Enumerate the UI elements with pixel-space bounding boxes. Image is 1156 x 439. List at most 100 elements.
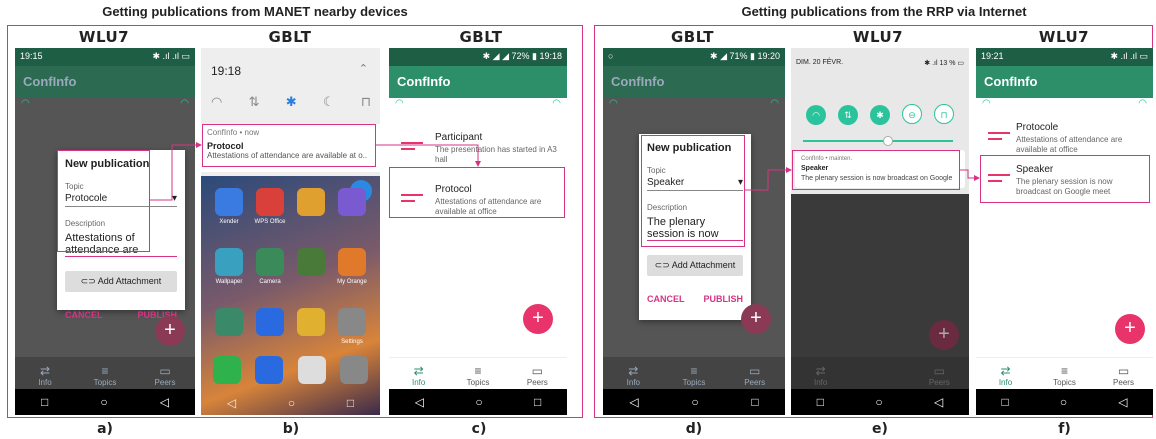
camera-dock-icon[interactable] <box>339 356 368 384</box>
nav-peers[interactable]: ▭ Peers <box>135 364 195 387</box>
back-button[interactable]: ◁ <box>1118 395 1127 409</box>
app-icon[interactable] <box>215 188 243 216</box>
bluetooth-toggle[interactable]: ✱ <box>870 105 890 125</box>
app-icon[interactable] <box>338 248 366 276</box>
caption-d: d) <box>685 421 703 437</box>
nav-peers[interactable]: ▭ Peers <box>508 364 567 387</box>
caption-a: a) <box>97 421 113 437</box>
phone-e: DIM. 20 FÉVR. ✱ .ıl 13 % ▭ ◠ ⇅ ✱ ⊖ ⊓ ConfInf… <box>791 48 969 415</box>
add-fab: + <box>929 320 959 350</box>
app-icon[interactable] <box>338 308 366 336</box>
attach-label: Add Attachment <box>97 276 162 286</box>
nav-info[interactable]: ⇄ Info <box>389 364 448 387</box>
recent-button[interactable]: □ <box>1002 395 1009 409</box>
home-button[interactable]: ○ <box>100 395 107 409</box>
nav-peers-label: Peers <box>744 378 766 387</box>
add-attachment-button[interactable]: ⊂⊃ Add Attachment <box>647 255 743 276</box>
messages-app-icon[interactable] <box>255 356 284 384</box>
wifi-icon[interactable]: ◠ <box>211 94 222 110</box>
recent-button[interactable]: □ <box>751 395 758 409</box>
home-button[interactable]: ○ <box>1060 395 1067 409</box>
wifi-toggle[interactable]: ◠ <box>806 105 826 125</box>
flashlight-toggle[interactable]: ⊓ <box>934 104 954 124</box>
night-mode-icon[interactable]: ☾ <box>323 94 335 110</box>
back-button[interactable]: ◁ <box>160 395 169 409</box>
back-button[interactable]: ◁ <box>415 395 424 409</box>
attachment-icon: ⊂⊃ <box>654 260 672 270</box>
dock <box>213 356 368 384</box>
peers-icon: ▭ <box>159 364 171 378</box>
nav-info[interactable]: ⇄ Info <box>976 364 1035 387</box>
device-label-f: WLU7 <box>1038 28 1090 46</box>
recent-button[interactable]: □ <box>41 395 48 409</box>
brightness-slider[interactable] <box>803 136 953 146</box>
back-button[interactable]: ◁ <box>934 395 943 409</box>
app-icon[interactable] <box>297 308 325 336</box>
add-fab[interactable]: + <box>741 304 771 334</box>
wifi-icon: ◠ <box>609 98 618 109</box>
app-icon[interactable] <box>215 248 243 276</box>
recent-button[interactable]: □ <box>817 395 824 409</box>
nav-topics[interactable]: ≡ Topics <box>448 364 507 387</box>
phone-app-icon[interactable] <box>213 356 241 384</box>
nav-topics[interactable]: ≡ Topics <box>664 364 724 387</box>
app-icon[interactable] <box>215 308 243 336</box>
cancel-button[interactable]: CANCEL <box>65 310 103 320</box>
brightness-thumb[interactable] <box>883 136 893 146</box>
back-button[interactable]: ◁ <box>629 395 638 409</box>
status-time: 19:21 <box>981 51 1004 61</box>
home-button[interactable]: ○ <box>288 396 295 410</box>
add-fab[interactable]: + <box>523 304 553 334</box>
wifi-icon: ◠ <box>395 98 404 109</box>
bluetooth-icon[interactable]: ✱ <box>286 94 297 110</box>
app-icon[interactable] <box>297 188 325 216</box>
recent-button[interactable]: □ <box>534 395 541 409</box>
peers-signal-icon: ◠ <box>180 98 189 109</box>
item-sub: The presentation has started in A3 hall <box>435 145 557 164</box>
app-label: My Orange <box>337 279 367 285</box>
nav-topics[interactable]: ≡ Topics <box>75 364 135 387</box>
cancel-button[interactable]: CANCEL <box>647 294 685 304</box>
publish-button[interactable]: PUBLISH <box>703 294 743 304</box>
highlight-box-e <box>792 150 960 190</box>
nav-info-label: Info <box>813 378 828 387</box>
flashlight-icon[interactable]: ⊓ <box>361 94 371 110</box>
app-label: Xender <box>219 219 239 225</box>
topics-icon: ≡ <box>474 364 482 378</box>
peers-icon: ▭ <box>748 364 761 378</box>
peers-icon: ▭ <box>531 364 543 378</box>
add-fab[interactable]: + <box>155 316 185 346</box>
add-fab[interactable]: + <box>1115 314 1145 344</box>
info-icon: ⇄ <box>413 364 424 378</box>
data-toggle[interactable]: ⇅ <box>838 105 858 125</box>
nav-topics[interactable]: ≡ Topics <box>1035 364 1094 387</box>
caption-b: b) <box>282 421 300 437</box>
dnd-toggle[interactable]: ⊖ <box>902 104 922 124</box>
app-title: ConfInfo <box>15 66 195 98</box>
nav-peers[interactable]: ▭ Peers <box>725 364 785 387</box>
app-label: Settings <box>341 339 363 345</box>
whatsapp-icon: ○ <box>608 51 614 61</box>
app-icon[interactable] <box>256 188 284 216</box>
info-icon: ⇄ <box>1000 364 1011 378</box>
item-icon <box>401 142 423 152</box>
nav-info[interactable]: ⇄ Info <box>15 364 75 387</box>
back-button[interactable]: ◁ <box>227 396 236 410</box>
app-icon[interactable] <box>256 248 284 276</box>
nav-info[interactable]: ⇄ Info <box>603 364 663 387</box>
app-icon[interactable] <box>297 248 325 276</box>
collapse-icon[interactable]: ⌃ <box>359 62 368 75</box>
caption-f: f) <box>1058 421 1071 437</box>
nav-peers[interactable]: ▭ Peers <box>1094 364 1153 387</box>
recent-button[interactable]: □ <box>347 396 354 410</box>
home-button[interactable]: ○ <box>475 395 482 409</box>
home-button[interactable]: ○ <box>875 395 882 409</box>
data-icon[interactable]: ⇅ <box>249 94 260 110</box>
app-icon[interactable] <box>256 308 284 336</box>
app-icon[interactable] <box>338 188 366 216</box>
list-item[interactable]: Participant The presentation has started … <box>389 128 567 172</box>
attach-label: Add Attachment <box>671 260 736 270</box>
add-attachment-button[interactable]: ⊂⊃ Add Attachment <box>65 271 177 292</box>
chrome-app-icon[interactable] <box>297 356 326 384</box>
home-button[interactable]: ○ <box>691 395 698 409</box>
